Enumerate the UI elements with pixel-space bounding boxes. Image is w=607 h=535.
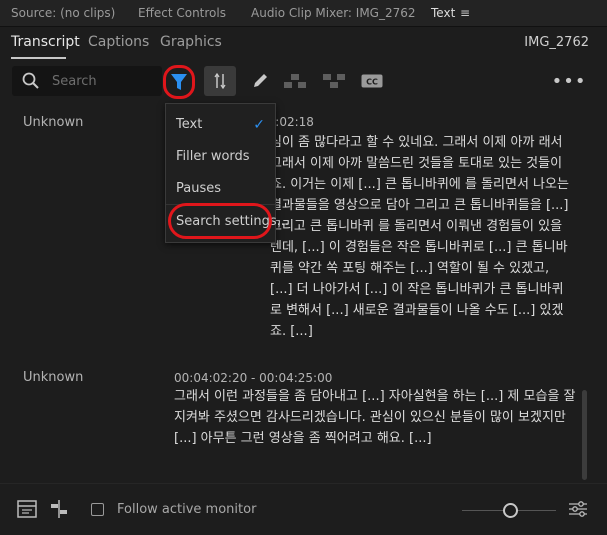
zoom-slider-thumb[interactable] <box>503 503 518 518</box>
tab-graphics[interactable]: Graphics <box>160 34 222 50</box>
sync-icon <box>214 73 226 89</box>
panel-tab-bar: Source: (no clips) Effect Controls Audio… <box>0 0 607 27</box>
tab-source[interactable]: Source: (no clips) <box>11 6 115 20</box>
search-icon <box>22 72 39 89</box>
active-tab-indicator <box>11 57 66 59</box>
transcript-footer: Follow active monitor <box>0 483 607 535</box>
align-segments-icon[interactable] <box>48 498 70 520</box>
settings-sliders-icon[interactable] <box>567 498 589 520</box>
pencil-icon <box>254 74 267 87</box>
tab-audio-clip-mixer[interactable]: Audio Clip Mixer: IMG_2762 <box>251 6 416 20</box>
tab-text[interactable]: Text <box>431 6 455 20</box>
create-captions-button[interactable]: CC <box>356 66 388 96</box>
highlight-circle <box>168 203 272 239</box>
export-transcript-icon[interactable] <box>16 498 38 520</box>
edit-button[interactable] <box>244 66 276 96</box>
transcript-list: Unknown 04:02:18 심이 좀 많다라고 할 수 있네요. 그래서 … <box>0 105 607 483</box>
merge-segments-icon <box>323 74 345 88</box>
timecode: 00:04:02:20 - 00:04:25:00 <box>174 371 333 385</box>
scrollbar[interactable] <box>582 390 587 480</box>
speaker-label[interactable]: Unknown <box>23 370 83 385</box>
split-segment-button[interactable] <box>279 66 311 96</box>
search-input[interactable] <box>52 71 152 91</box>
menu-item-pauses[interactable]: Pauses <box>176 181 221 196</box>
search-box[interactable] <box>12 66 162 96</box>
speaker-label[interactable]: Unknown <box>23 115 83 130</box>
transcript-toolbar: CC ••• <box>0 60 607 105</box>
text-panel-tabs: Transcript Captions Graphics IMG_2762 <box>0 27 607 60</box>
filter-icon <box>171 74 187 90</box>
tab-transcript[interactable]: Transcript <box>11 34 80 50</box>
tab-effect-controls[interactable]: Effect Controls <box>138 6 226 20</box>
follow-active-monitor-label: Follow active monitor <box>117 502 257 517</box>
transcript-text[interactable]: 그래서 이런 과정들을 좀 담아내고 [...] 자아실현을 하는 [...] … <box>174 386 579 449</box>
sync-button[interactable] <box>204 66 236 96</box>
menu-item-text[interactable]: Text <box>176 117 202 132</box>
transcript-text[interactable]: 심이 좀 많다라고 할 수 있네요. 그래서 이제 아까 래서 그래서 이제 아… <box>270 132 575 342</box>
cc-icon: CC <box>361 74 383 88</box>
tab-captions[interactable]: Captions <box>88 34 149 50</box>
merge-segments-button[interactable] <box>318 66 350 96</box>
panel-menu-icon[interactable]: ≡ <box>460 6 470 20</box>
follow-active-monitor-checkbox[interactable] <box>91 503 104 516</box>
clip-name: IMG_2762 <box>524 35 589 50</box>
checkmark-icon: ✓ <box>253 117 265 133</box>
more-options-icon[interactable]: ••• <box>552 66 586 96</box>
split-segment-icon <box>284 74 306 88</box>
menu-item-filler-words[interactable]: Filler words <box>176 149 250 164</box>
svg-text:CC: CC <box>366 78 378 87</box>
filter-button[interactable] <box>163 65 195 99</box>
